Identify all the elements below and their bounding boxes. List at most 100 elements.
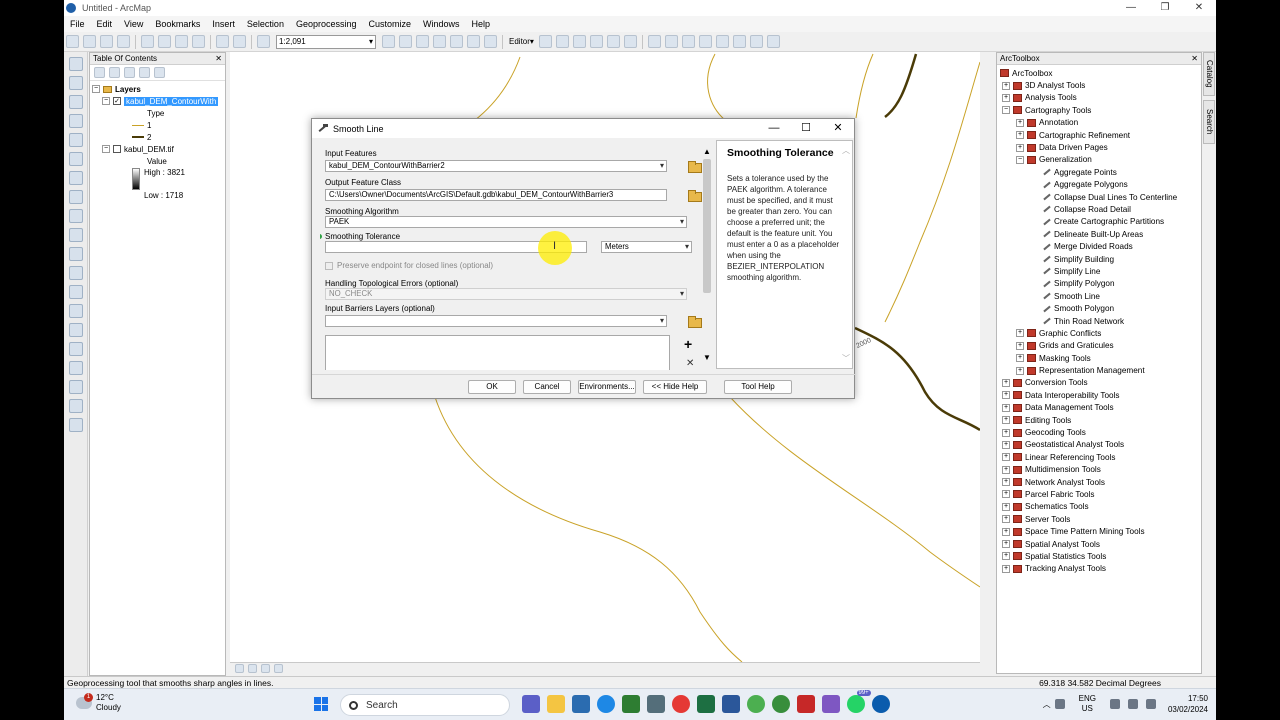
map-scale-combo[interactable]: 1:2,091 — [276, 34, 376, 49]
input-barriers-combo[interactable] — [325, 315, 667, 327]
wifi-icon[interactable] — [1109, 699, 1120, 709]
thick-line-symbol-icon[interactable] — [132, 136, 144, 138]
tray-overflow-icon[interactable]: ︿ — [1043, 699, 1051, 710]
full-extent-icon[interactable] — [68, 114, 83, 128]
expand-icon[interactable]: + — [1002, 391, 1010, 400]
menu-insert[interactable]: Insert — [206, 19, 241, 29]
toolbox-toolset-item[interactable]: + Schematics Tools — [1000, 501, 1198, 513]
arcmap-taskbar-icon[interactable] — [871, 695, 890, 713]
catalog-tab[interactable]: Catalog — [1203, 52, 1215, 96]
create-viewer-window-icon[interactable] — [68, 418, 83, 432]
expand-icon[interactable]: + — [1016, 354, 1024, 363]
taskbar-clock[interactable]: 17:50 03/02/2024 — [1168, 693, 1208, 715]
attributes-icon[interactable] — [732, 35, 746, 48]
expand-icon[interactable]: + — [1002, 502, 1010, 511]
open-folder-icon[interactable] — [83, 35, 96, 48]
expand-icon[interactable]: + — [1002, 540, 1010, 549]
taskbar-search[interactable]: Search — [340, 694, 510, 716]
straight-segment-icon[interactable] — [572, 35, 586, 48]
tolerance-unit-select[interactable]: Meters — [601, 241, 692, 253]
expand-icon[interactable]: + — [1016, 131, 1024, 140]
expand-icon[interactable]: + — [1016, 366, 1024, 375]
scroll-down-icon[interactable]: ▼ — [701, 353, 713, 363]
trace-icon[interactable] — [606, 35, 620, 48]
zoom-in-icon[interactable] — [68, 57, 83, 71]
expand-icon[interactable]: + — [1002, 81, 1010, 90]
save-icon[interactable] — [100, 35, 113, 48]
chrome-icon[interactable] — [746, 695, 765, 713]
toolbox-toolset-item[interactable]: + Masking Tools — [1000, 352, 1198, 364]
toolbox-toolset-item[interactable]: + Analysis Tools — [1000, 92, 1198, 104]
toolbox-toolset-item[interactable]: + Tracking Analyst Tools — [1000, 563, 1198, 575]
undo-icon[interactable] — [216, 35, 229, 48]
thin-line-symbol-icon[interactable] — [132, 124, 144, 126]
hide-help-button[interactable]: << Hide Help — [643, 380, 707, 394]
fixed-zoom-out-icon[interactable] — [68, 152, 83, 166]
toolbox-toolset-item[interactable]: + Representation Management — [1000, 364, 1198, 376]
collapse-icon[interactable]: − — [102, 145, 110, 153]
collapse-icon[interactable]: − — [1002, 106, 1010, 115]
split-tool-icon[interactable] — [698, 35, 712, 48]
new-document-icon[interactable] — [66, 35, 79, 48]
toolbox-toolset-item[interactable]: +3D Analyst Tools — [1000, 79, 1198, 91]
copilot-icon[interactable] — [821, 695, 840, 713]
paste-icon[interactable] — [175, 35, 188, 48]
create-features-icon[interactable] — [766, 35, 780, 48]
maximize-icon[interactable]: ❐ — [1148, 0, 1182, 16]
python-window-icon[interactable] — [467, 35, 480, 48]
toolbox-toolset-item[interactable]: + Data Interoperability Tools — [1000, 389, 1198, 401]
find-route-icon[interactable] — [68, 361, 83, 375]
toc-layer-dem[interactable]: − kabul_DEM.tif — [92, 143, 223, 155]
expand-icon[interactable]: + — [1002, 453, 1010, 462]
expand-icon[interactable]: + — [1002, 93, 1010, 102]
editor-toolbar-icon[interactable] — [382, 35, 395, 48]
toolbox-toolset-item[interactable]: + Cartographic Refinement — [1000, 129, 1198, 141]
onedrive-icon[interactable] — [1054, 699, 1065, 709]
toolbox-toolset-item[interactable]: − Cartography Tools — [1000, 104, 1198, 116]
edit-annotation-icon[interactable] — [555, 35, 569, 48]
add-data-icon[interactable] — [257, 35, 270, 48]
help-scroll-down-icon[interactable]: ﹀ — [842, 353, 850, 364]
toolbox-toolset-item[interactable]: + Geostatistical Analyst Tools — [1000, 439, 1198, 451]
toolbox-tool-item[interactable]: Aggregate Polygons — [1000, 179, 1198, 191]
menu-bookmarks[interactable]: Bookmarks — [149, 19, 206, 29]
topological-errors-select[interactable]: NO_CHECK — [325, 288, 687, 300]
end-point-arc-icon[interactable] — [589, 35, 603, 48]
pause-drawing-icon[interactable] — [274, 664, 283, 673]
expand-icon[interactable]: + — [1002, 428, 1010, 437]
clear-selection-icon[interactable] — [68, 228, 83, 242]
collapse-icon[interactable]: − — [92, 85, 100, 93]
list-by-drawing-order-icon[interactable] — [94, 67, 105, 78]
expand-icon[interactable]: + — [1002, 465, 1010, 474]
cancel-button[interactable]: Cancel — [523, 380, 571, 394]
expand-icon[interactable]: + — [1016, 143, 1024, 152]
go-to-xy-icon[interactable] — [68, 380, 83, 394]
find-icon[interactable] — [68, 342, 83, 356]
layer-name[interactable]: kabul_DEM.tif — [124, 145, 174, 154]
word-icon[interactable] — [721, 695, 740, 713]
pan-icon[interactable] — [68, 95, 83, 109]
add-barrier-icon[interactable]: + — [684, 337, 692, 351]
go-back-icon[interactable] — [68, 171, 83, 185]
measure-icon[interactable] — [68, 323, 83, 337]
refresh-icon[interactable] — [261, 664, 270, 673]
scroll-thumb[interactable] — [703, 159, 711, 293]
edit-vertices-icon[interactable] — [647, 35, 661, 48]
expand-icon[interactable]: + — [1002, 527, 1010, 536]
volume-icon[interactable] — [1127, 699, 1138, 709]
close-icon[interactable]: ✕ — [1182, 0, 1216, 16]
toolbox-toolset-item[interactable]: + Space Time Pattern Mining Tools — [1000, 525, 1198, 537]
expand-icon[interactable]: + — [1002, 440, 1010, 449]
expand-icon[interactable]: + — [1016, 329, 1024, 338]
print-icon[interactable] — [117, 35, 130, 48]
preserve-endpoint-checkbox[interactable]: Preserve endpoint for closed lines (opti… — [325, 261, 493, 270]
identify-icon[interactable] — [68, 266, 83, 280]
arctoolbox-close-icon[interactable]: ✕ — [1191, 54, 1198, 63]
toolbox-toolset-item[interactable]: + Graphic Conflicts — [1000, 327, 1198, 339]
expand-icon[interactable]: + — [1002, 515, 1010, 524]
layer-visibility-checkbox[interactable] — [113, 145, 121, 153]
checkbox-icon[interactable] — [325, 261, 333, 270]
list-by-source-icon[interactable] — [109, 67, 120, 78]
battery-icon[interactable] — [1145, 699, 1156, 709]
collapse-icon[interactable]: − — [1016, 155, 1024, 164]
